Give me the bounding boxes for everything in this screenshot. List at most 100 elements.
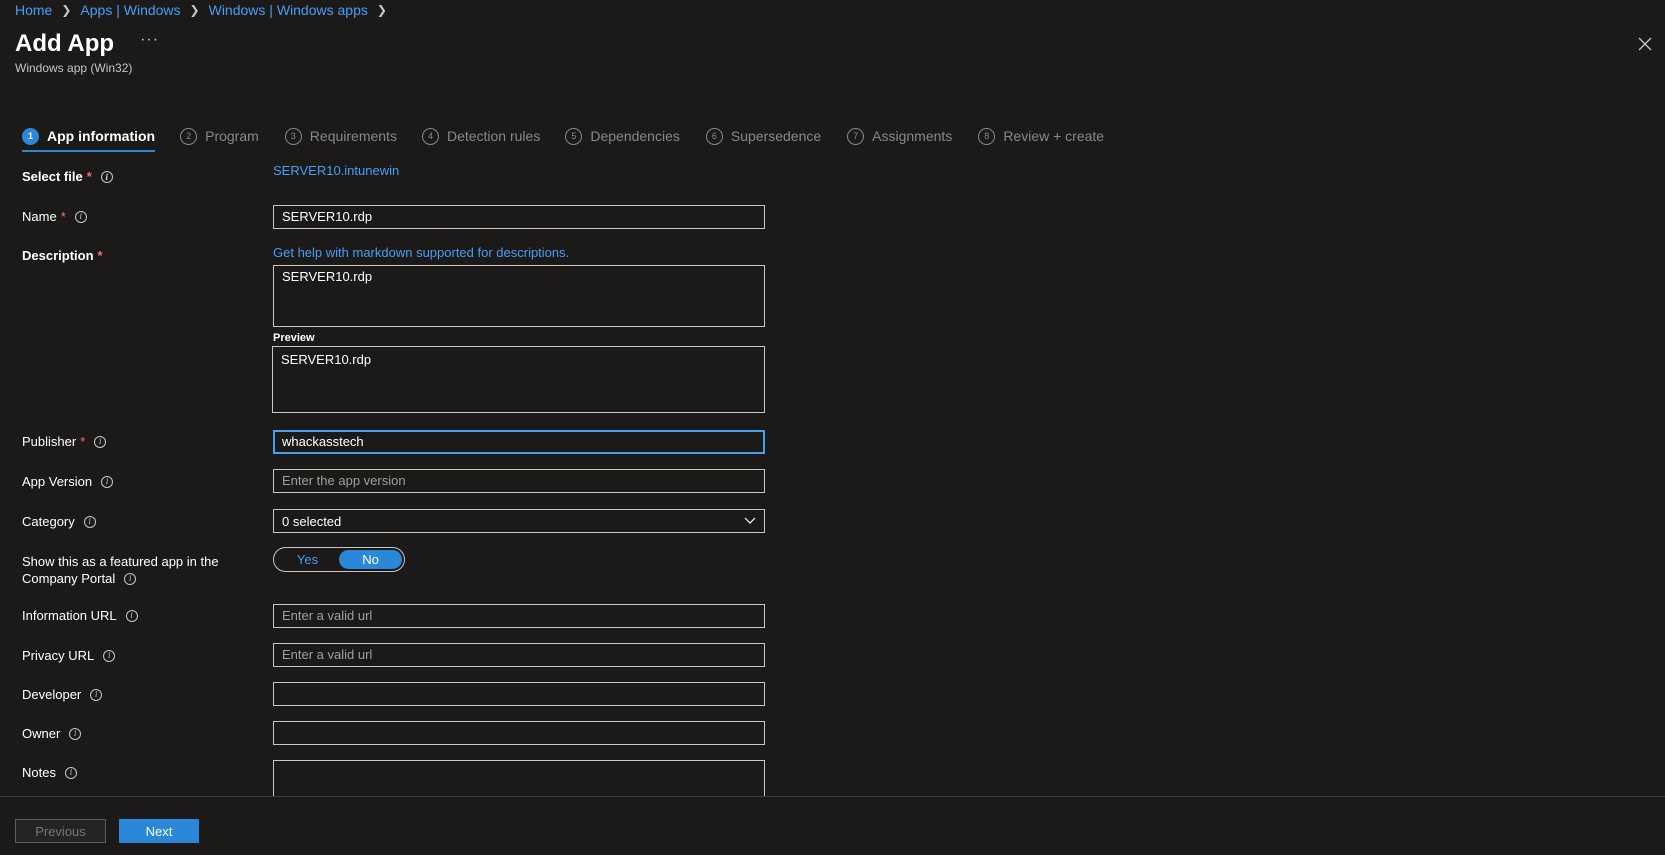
tab-assignments[interactable]: 7 Assignments bbox=[847, 123, 952, 149]
info-icon[interactable]: i bbox=[74, 210, 87, 223]
step-number: 4 bbox=[421, 127, 439, 145]
information-url-label-text: Information URL bbox=[22, 608, 117, 623]
publisher-label-text: Publisher bbox=[22, 434, 77, 449]
ellipsis-icon[interactable]: ··· bbox=[140, 32, 159, 48]
required-indicator: * bbox=[60, 209, 66, 224]
featured-label-line1: Show this as a featured app in the bbox=[22, 554, 219, 569]
next-button[interactable]: Next bbox=[119, 819, 199, 843]
toggle-yes[interactable]: Yes bbox=[276, 550, 339, 569]
info-icon[interactable]: i bbox=[90, 688, 103, 701]
tab-program[interactable]: 2 Program bbox=[180, 123, 259, 149]
category-value: 0 selected bbox=[282, 513, 342, 529]
owner-label-text: Owner bbox=[22, 726, 61, 741]
footer-bar: Previous Next bbox=[0, 796, 1665, 855]
chevron-right-icon: ❯ bbox=[189, 3, 200, 17]
info-icon[interactable]: i bbox=[83, 515, 96, 528]
tab-detection-rules[interactable]: 4 Detection rules bbox=[421, 123, 541, 149]
step-number: 5 bbox=[565, 127, 583, 145]
info-icon[interactable]: i bbox=[94, 435, 107, 448]
preview-label: Preview bbox=[273, 332, 315, 344]
required-indicator: * bbox=[80, 434, 86, 449]
description-preview: SERVER10.rdp bbox=[272, 346, 765, 413]
privacy-url-input[interactable]: Enter a valid url bbox=[273, 643, 765, 667]
step-label: Review + create bbox=[1003, 128, 1105, 144]
info-icon[interactable]: i bbox=[103, 649, 116, 662]
markdown-help-link[interactable]: Get help with markdown supported for des… bbox=[273, 245, 569, 260]
notes-textarea[interactable] bbox=[273, 760, 765, 800]
featured-label-line2-wrap: Company Portal i bbox=[22, 570, 137, 587]
privacy-url-label-text: Privacy URL bbox=[22, 648, 95, 663]
tab-review-create[interactable]: 8 Review + create bbox=[978, 123, 1104, 149]
tab-supersedence[interactable]: 6 Supersedence bbox=[705, 123, 822, 149]
information-url-input[interactable]: Enter a valid url bbox=[273, 604, 765, 628]
info-icon[interactable]: i bbox=[100, 170, 113, 183]
breadcrumb-windows-apps[interactable]: Windows | Windows apps bbox=[209, 2, 368, 18]
toggle-no[interactable]: No bbox=[339, 550, 402, 569]
app-version-input[interactable]: Enter the app version bbox=[273, 469, 765, 493]
step-number: 7 bbox=[847, 127, 865, 145]
step-label: Detection rules bbox=[446, 128, 541, 144]
featured-label-line2: Company Portal bbox=[22, 571, 116, 586]
description-label: Description * bbox=[22, 248, 103, 263]
name-input[interactable]: SERVER10.rdp bbox=[273, 205, 765, 229]
step-number: 1 bbox=[22, 127, 39, 145]
chevron-right-icon: ❯ bbox=[376, 3, 387, 17]
tab-requirements[interactable]: 3 Requirements bbox=[284, 123, 397, 149]
developer-input[interactable] bbox=[273, 682, 765, 706]
owner-input[interactable] bbox=[273, 721, 765, 745]
tab-dependencies[interactable]: 5 Dependencies bbox=[565, 123, 680, 149]
breadcrumb-apps-windows[interactable]: Apps | Windows bbox=[80, 2, 180, 18]
information-url-label: Information URL i bbox=[22, 608, 138, 623]
breadcrumb-home[interactable]: Home bbox=[15, 2, 52, 18]
app-version-label-text: App Version bbox=[22, 474, 93, 489]
chevron-right-icon: ❯ bbox=[61, 3, 72, 17]
title-row: Add App ··· bbox=[15, 30, 159, 58]
app-version-label: App Version i bbox=[22, 474, 114, 489]
page-subtitle: Windows app (Win32) bbox=[15, 61, 133, 75]
step-number: 6 bbox=[705, 127, 723, 145]
info-icon[interactable]: i bbox=[64, 766, 77, 779]
step-label: Requirements bbox=[309, 128, 397, 144]
info-icon[interactable]: i bbox=[124, 572, 137, 585]
chevron-down-icon bbox=[744, 517, 756, 524]
category-dropdown[interactable]: 0 selected bbox=[273, 509, 765, 533]
page-title: Add App bbox=[15, 30, 115, 57]
step-label: Program bbox=[205, 128, 259, 144]
notes-label: Notes i bbox=[22, 765, 77, 780]
description-label-text: Description bbox=[22, 248, 94, 263]
tab-app-information[interactable]: 1 App information bbox=[22, 123, 156, 152]
privacy-url-label: Privacy URL i bbox=[22, 648, 116, 663]
previous-button[interactable]: Previous bbox=[15, 819, 106, 843]
close-icon[interactable] bbox=[1637, 36, 1653, 52]
wizard-steps: 1 App information 2 Program 3 Requiremen… bbox=[22, 123, 1104, 152]
category-label-text: Category bbox=[22, 514, 75, 529]
step-number: 2 bbox=[180, 127, 198, 145]
step-label: Supersedence bbox=[730, 128, 822, 144]
name-label-text: Name bbox=[22, 209, 57, 224]
step-number: 3 bbox=[284, 127, 302, 145]
required-indicator: * bbox=[86, 169, 92, 184]
step-label: App information bbox=[47, 128, 156, 144]
publisher-label: Publisher * i bbox=[22, 434, 107, 449]
select-file-label: Select file * i bbox=[22, 169, 113, 184]
required-indicator: * bbox=[97, 248, 103, 263]
step-label: Assignments bbox=[872, 128, 953, 144]
description-textarea[interactable]: SERVER10.rdp bbox=[273, 265, 765, 327]
category-label: Category i bbox=[22, 514, 96, 529]
select-file-label-text: Select file bbox=[22, 169, 83, 184]
select-file-link[interactable]: SERVER10.intunewin bbox=[273, 163, 399, 178]
breadcrumb: Home ❯ Apps | Windows ❯ Windows | Window… bbox=[15, 2, 396, 18]
publisher-input[interactable]: whackasstech bbox=[273, 430, 765, 454]
developer-label-text: Developer bbox=[22, 687, 82, 702]
owner-label: Owner i bbox=[22, 726, 82, 741]
info-icon[interactable]: i bbox=[125, 609, 138, 622]
info-icon[interactable]: i bbox=[101, 475, 114, 488]
notes-label-text: Notes bbox=[22, 765, 56, 780]
step-label: Dependencies bbox=[590, 128, 680, 144]
info-icon[interactable]: i bbox=[69, 727, 82, 740]
featured-label: Show this as a featured app in the Compa… bbox=[22, 553, 219, 587]
step-number: 8 bbox=[978, 127, 996, 145]
featured-toggle: Yes No bbox=[273, 547, 405, 572]
name-label: Name * i bbox=[22, 209, 87, 224]
developer-label: Developer i bbox=[22, 687, 103, 702]
